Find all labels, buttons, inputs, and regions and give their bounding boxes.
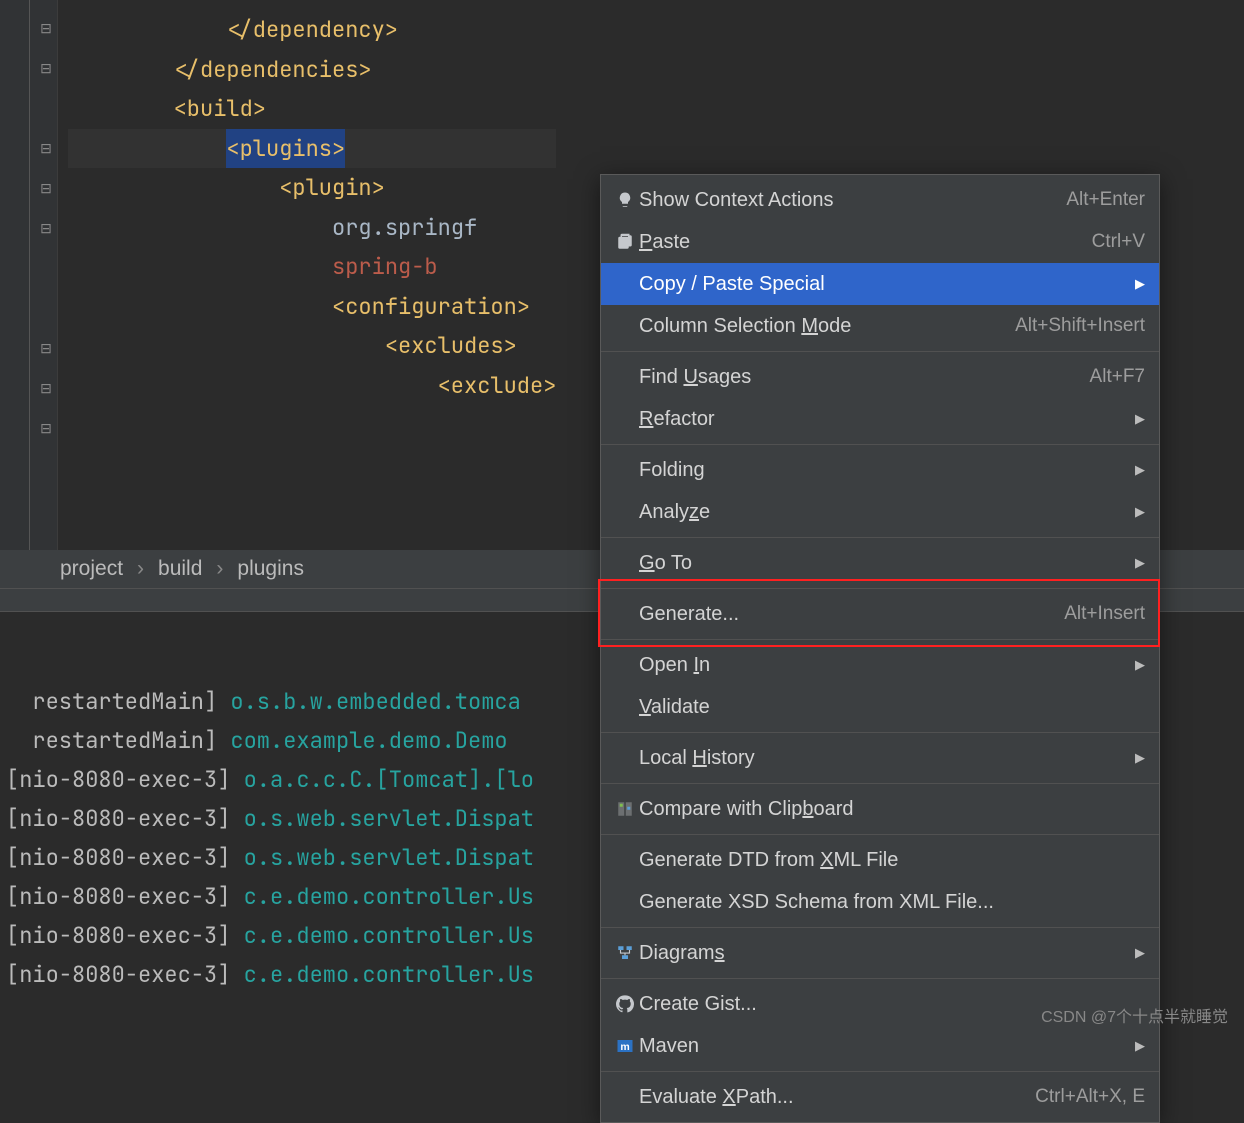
menu-item[interactable]: Folding ▶ (601, 449, 1159, 491)
menu-item[interactable]: PasteCtrl+V (601, 221, 1159, 263)
menu-separator (601, 351, 1159, 352)
breadcrumb-item[interactable]: build (158, 557, 202, 581)
menu-item-label: Compare with Clipboard (639, 798, 1145, 821)
menu-item[interactable]: Generate XSD Schema from XML File... (601, 881, 1159, 923)
menu-separator (601, 444, 1159, 445)
breadcrumb-item[interactable]: project (60, 557, 123, 581)
menu-item-label: Local History (639, 747, 1127, 770)
menu-item[interactable]: m Maven ▶ (601, 1025, 1159, 1067)
breadcrumb-sep: › (216, 557, 223, 581)
menu-item-label: Generate DTD from XML File (639, 849, 1145, 872)
context-menu: Show Context ActionsAlt+EnterPasteCtrl+V… (600, 174, 1160, 1123)
menu-item[interactable]: Validate (601, 686, 1159, 728)
svg-text:m: m (620, 1041, 629, 1053)
fold-marker[interactable]: ⊟ (38, 180, 54, 196)
github-icon (611, 995, 639, 1013)
menu-separator (601, 639, 1159, 640)
menu-item-label: Analyze (639, 501, 1127, 524)
chevron-right-icon: ▶ (1135, 555, 1145, 571)
menu-separator (601, 783, 1159, 784)
fold-marker[interactable]: ⊟ (38, 420, 54, 436)
fold-marker[interactable]: ⊟ (38, 60, 54, 76)
menu-item-label: Find Usages (639, 366, 1090, 389)
code-lines[interactable]: </dependency> </dependencies> <build> <p… (58, 0, 566, 550)
maven-icon: m (611, 1037, 639, 1055)
gutter: ⊟ ⊟ ⊟ ⊟ ⊟ ⊟ ⊟ ⊟ (0, 0, 58, 550)
menu-item[interactable]: Diagrams ▶ (601, 932, 1159, 974)
fold-marker[interactable]: ⊟ (38, 340, 54, 356)
chevron-right-icon: ▶ (1135, 276, 1145, 292)
menu-item-label: Validate (639, 696, 1145, 719)
menu-item-label: Folding (639, 459, 1127, 482)
menu-item-shortcut: Ctrl+V (1092, 231, 1145, 253)
fold-marker[interactable]: ⊟ (38, 140, 54, 156)
menu-separator (601, 537, 1159, 538)
menu-item-label: Go To (639, 552, 1127, 575)
menu-item-label: Show Context Actions (639, 189, 1066, 212)
menu-item[interactable]: Column Selection ModeAlt+Shift+Insert (601, 305, 1159, 347)
menu-item-shortcut: Ctrl+Alt+X, E (1035, 1086, 1145, 1108)
menu-item-label: Copy / Paste Special (639, 273, 1127, 296)
menu-separator (601, 834, 1159, 835)
menu-item[interactable]: Analyze ▶ (601, 491, 1159, 533)
clipboard-icon (611, 233, 639, 251)
chevron-right-icon: ▶ (1135, 750, 1145, 766)
diagram-icon (611, 944, 639, 962)
menu-separator (601, 927, 1159, 928)
menu-item-shortcut: Alt+Enter (1066, 189, 1145, 211)
chevron-right-icon: ▶ (1135, 1038, 1145, 1054)
menu-item[interactable]: Show Context ActionsAlt+Enter (601, 179, 1159, 221)
chevron-right-icon: ▶ (1135, 462, 1145, 478)
breadcrumb-item[interactable]: plugins (237, 557, 304, 581)
menu-item-label: Paste (639, 231, 1092, 254)
menu-item-shortcut: Alt+F7 (1090, 366, 1145, 388)
menu-separator (601, 1071, 1159, 1072)
menu-item[interactable]: Evaluate XPath...Ctrl+Alt+X, E (601, 1076, 1159, 1118)
fold-marker[interactable]: ⊟ (38, 380, 54, 396)
menu-item-label: Open In (639, 654, 1127, 677)
menu-item-label: Refactor (639, 408, 1127, 431)
menu-item-label: Diagrams (639, 942, 1127, 965)
menu-item[interactable]: Copy / Paste Special ▶ (601, 263, 1159, 305)
menu-item-shortcut: Alt+Insert (1064, 603, 1145, 625)
menu-item-label: Generate... (639, 603, 1064, 626)
watermark: CSDN @7个十点半就睡觉 (1041, 1003, 1228, 1027)
breadcrumb-sep: › (137, 557, 144, 581)
menu-item-label: Evaluate XPath... (639, 1086, 1035, 1109)
fold-marker[interactable]: ⊟ (38, 20, 54, 36)
menu-item[interactable]: Find UsagesAlt+F7 (601, 356, 1159, 398)
chevron-right-icon: ▶ (1135, 411, 1145, 427)
menu-item-shortcut: Alt+Shift+Insert (1015, 315, 1145, 337)
chevron-right-icon: ▶ (1135, 657, 1145, 673)
menu-item[interactable]: Open In ▶ (601, 644, 1159, 686)
menu-item[interactable]: Go To ▶ (601, 542, 1159, 584)
menu-item[interactable]: Local History ▶ (601, 737, 1159, 779)
menu-item-label: Column Selection Mode (639, 315, 1015, 338)
menu-item-label: Maven (639, 1035, 1127, 1058)
menu-item[interactable]: Generate DTD from XML File (601, 839, 1159, 881)
menu-item[interactable]: Compare with Clipboard (601, 788, 1159, 830)
fold-guide (29, 0, 30, 560)
menu-item-label: Generate XSD Schema from XML File... (639, 891, 1145, 914)
menu-separator (601, 732, 1159, 733)
menu-item[interactable]: Refactor ▶ (601, 398, 1159, 440)
bulb-icon (611, 191, 639, 209)
menu-separator (601, 588, 1159, 589)
compare-icon (611, 800, 639, 818)
fold-marker[interactable]: ⊟ (38, 220, 54, 236)
chevron-right-icon: ▶ (1135, 504, 1145, 520)
chevron-right-icon: ▶ (1135, 945, 1145, 961)
menu-separator (601, 978, 1159, 979)
menu-item[interactable]: Generate...Alt+Insert (601, 593, 1159, 635)
